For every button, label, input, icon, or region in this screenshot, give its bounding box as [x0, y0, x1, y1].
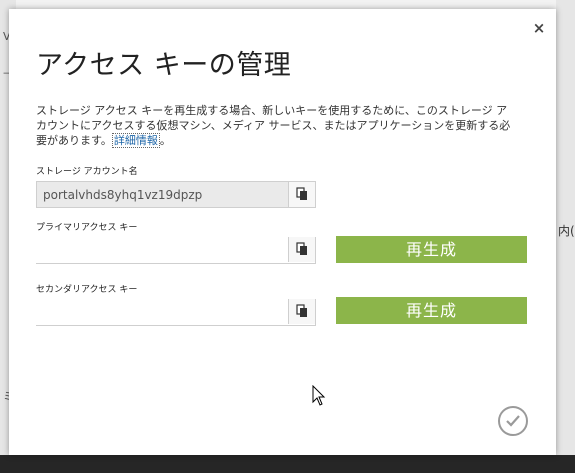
- copy-icon: [296, 304, 307, 317]
- storage-account-value: portalvhds8yhq1vz19dpzp: [43, 188, 203, 202]
- copy-icon: [296, 242, 307, 255]
- description-suffix: 。: [159, 134, 171, 147]
- background-bottom-bar: [0, 455, 575, 473]
- mouse-cursor-icon: [312, 385, 326, 406]
- secondary-key-label: セカンダリアクセス キー: [36, 285, 138, 295]
- dialog-title: アクセス キーの管理: [36, 50, 292, 81]
- storage-account-field[interactable]: portalvhds8yhq1vz19dpzp: [36, 181, 316, 208]
- primary-key-label: プライマリアクセス キー: [36, 223, 138, 233]
- primary-key-field[interactable]: [36, 237, 316, 264]
- description-text: ストレージ アクセス キーを再生成する場合、新しいキーを使用するために、このスト…: [36, 104, 511, 147]
- storage-account-label: ストレージ アカウント名: [36, 167, 138, 177]
- copy-primary-key-button[interactable]: [288, 237, 315, 262]
- manage-access-keys-dialog: × アクセス キーの管理 ストレージ アクセス キーを再生成する場合、新しいキー…: [9, 9, 556, 455]
- copy-secondary-key-button[interactable]: [288, 299, 315, 324]
- more-info-link[interactable]: 詳細情報: [111, 133, 160, 148]
- background-text: 内(: [558, 224, 575, 238]
- regenerate-primary-key-button[interactable]: 再生成: [336, 236, 527, 263]
- copy-storage-account-button[interactable]: [288, 182, 315, 207]
- dialog-description: ストレージ アクセス キーを再生成する場合、新しいキーを使用するために、このスト…: [36, 103, 514, 148]
- checkmark-icon: [506, 415, 520, 427]
- ok-button[interactable]: [498, 406, 528, 436]
- close-button[interactable]: ×: [530, 19, 548, 37]
- background-right-edge: 内(: [556, 0, 575, 455]
- regenerate-secondary-key-button[interactable]: 再生成: [336, 297, 527, 324]
- secondary-key-field[interactable]: [36, 299, 316, 326]
- copy-icon: [296, 187, 307, 200]
- close-icon: ×: [532, 19, 546, 37]
